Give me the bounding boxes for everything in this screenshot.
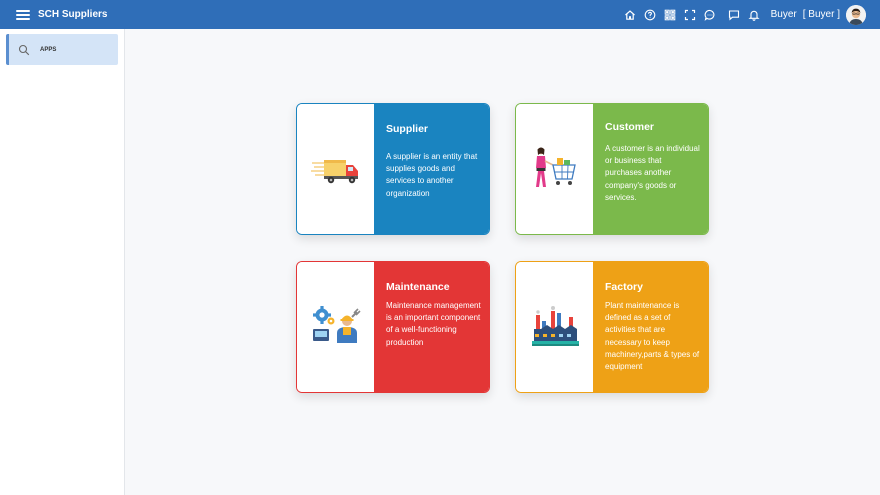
app-title: SCH Suppliers xyxy=(38,9,108,20)
card-title: Maintenance xyxy=(386,281,450,293)
card-title: Supplier xyxy=(386,123,429,135)
factory-icon xyxy=(531,306,579,346)
home-icon[interactable] xyxy=(621,6,639,24)
search-icon xyxy=(18,44,30,55)
card-body: Customer A customer is an individual or … xyxy=(593,104,708,234)
sidebar-item-apps[interactable]: APPS xyxy=(6,34,118,65)
card-body: Maintenance Maintenance management is an… xyxy=(374,262,489,392)
maintenance-card[interactable]: Maintenance Maintenance management is an… xyxy=(296,261,490,393)
top-bar: SCH Suppliers Buyer [ Buyer ] xyxy=(0,0,880,29)
card-body: Supplier A supplier is an entity that su… xyxy=(374,104,489,234)
delivery-truck-icon xyxy=(310,160,358,184)
header-actions: Buyer [ Buyer ] xyxy=(619,0,880,29)
sidebar-item-label: APPS xyxy=(40,46,57,53)
card-description: Plant maintenance is defined as a set of… xyxy=(605,301,700,372)
fullscreen-icon[interactable] xyxy=(681,6,699,24)
menu-icon[interactable] xyxy=(16,9,30,20)
card-description: Maintenance management is an important c… xyxy=(386,301,481,347)
user-role[interactable]: [ Buyer ] xyxy=(803,9,840,20)
message-icon[interactable] xyxy=(725,6,743,24)
supplier-card[interactable]: Supplier A supplier is an entity that su… xyxy=(296,103,490,235)
bell-icon[interactable] xyxy=(745,6,763,24)
card-body: Factory Plant maintenance is defined as … xyxy=(593,262,708,392)
card-image xyxy=(516,262,593,392)
card-title: Factory xyxy=(605,281,643,293)
chat-icon[interactable] xyxy=(701,6,719,24)
card-description: A supplier is an entity that supplies go… xyxy=(386,152,478,198)
sidebar: APPS xyxy=(0,29,125,495)
card-description: A customer is an individual or business … xyxy=(605,144,700,202)
card-image xyxy=(297,262,374,392)
card-title: Customer xyxy=(605,121,655,133)
customer-card[interactable]: Customer A customer is an individual or … xyxy=(515,103,709,235)
qr-code-icon[interactable] xyxy=(661,6,679,24)
avatar[interactable] xyxy=(846,4,866,25)
card-image xyxy=(297,104,374,234)
user-name[interactable]: Buyer xyxy=(771,9,797,20)
shopping-cart-icon xyxy=(535,147,576,187)
card-image xyxy=(516,104,593,234)
help-icon[interactable] xyxy=(641,6,659,24)
factory-card[interactable]: Factory Plant maintenance is defined as … xyxy=(515,261,709,393)
maintenance-worker-icon xyxy=(312,306,361,343)
